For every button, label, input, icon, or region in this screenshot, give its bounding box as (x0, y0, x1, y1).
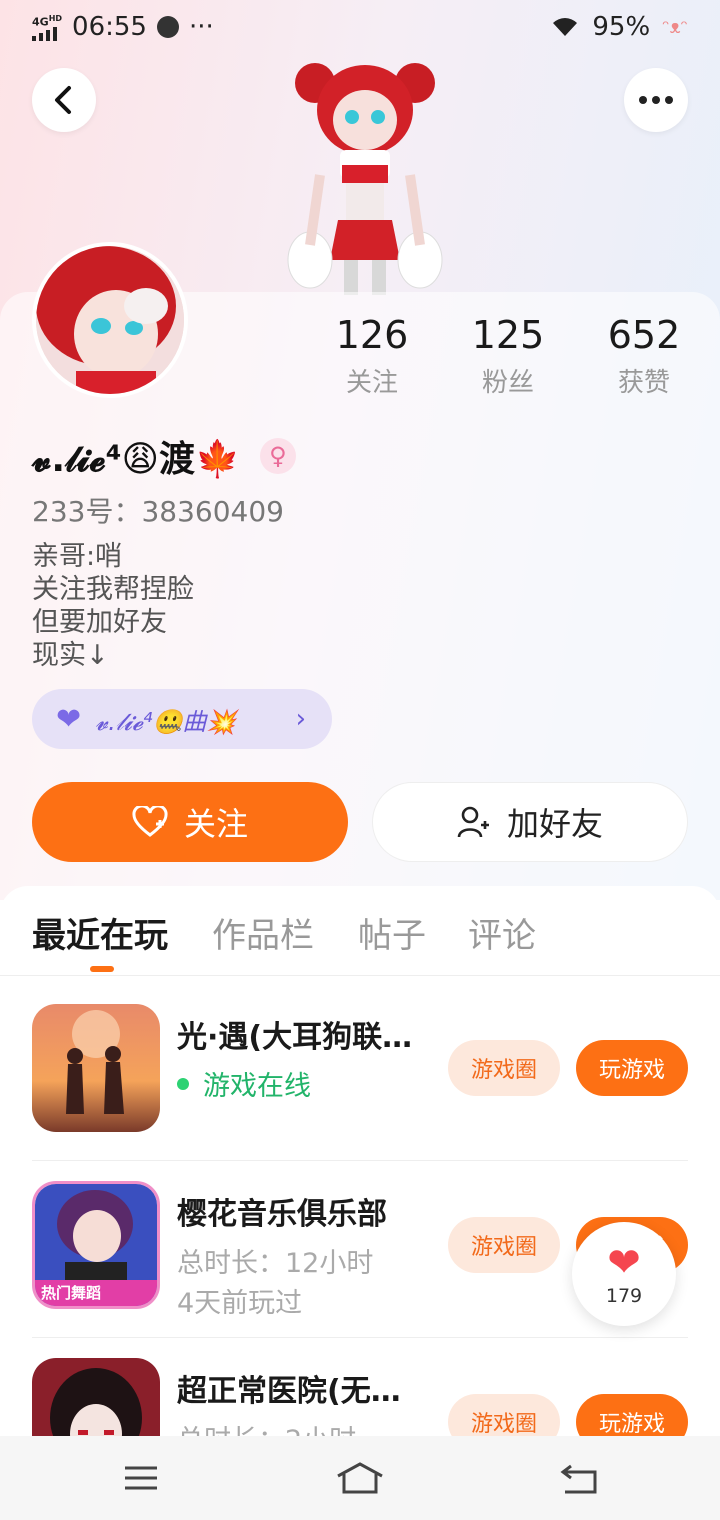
more-icon (639, 96, 673, 104)
wechat-icon (156, 16, 179, 38)
chevron-right-icon: › (295, 704, 306, 734)
menu-icon (125, 1466, 157, 1490)
game-list-item[interactable]: 光·遇(大耳狗联… 游戏在线 游戏圈 玩游戏 (32, 984, 688, 1161)
profile-3d-avatar-figure (287, 63, 443, 295)
home-icon (337, 1462, 383, 1494)
game-online-status: 游戏在线 (177, 1064, 311, 1103)
relationship-link-text: 𝓿.𝓁𝓲𝓮⁴🤐曲💥 (95, 707, 237, 736)
tab-recently-played[interactable]: 最近在玩 (32, 908, 168, 957)
heart-plus-icon (132, 806, 168, 837)
stat-following[interactable]: 126 关注 (312, 312, 432, 399)
relationship-link-pill[interactable]: ❤ 𝓿.𝓁𝓲𝓮⁴🤐曲💥 › (32, 689, 332, 749)
avatar[interactable] (32, 242, 188, 398)
online-label: 游戏在线 (203, 1071, 311, 1102)
game-playtime: 总时长：12小时 (177, 1248, 374, 1279)
game-circle-button[interactable]: 游戏圈 (448, 1217, 560, 1273)
profile-uid: 233号：38360409 (32, 495, 284, 528)
follow-label: 关注 (183, 805, 248, 843)
menu-button[interactable] (116, 1456, 166, 1500)
follow-button[interactable]: 关注 (32, 782, 348, 862)
add-friend-label: 加好友 (506, 805, 603, 843)
stat-likes[interactable]: 652 获赞 (584, 312, 704, 399)
status-time: 06:55 (72, 12, 147, 42)
cellular-signal-icon: 4GHD (32, 13, 62, 42)
status-bar: 4GHD 06:55 ··· 95% ᵔᴥᵔ (0, 8, 720, 48)
tab-works[interactable]: 作品栏 (212, 908, 314, 957)
game-icon-sakura: 热门舞蹈 (32, 1181, 160, 1309)
game-icon-sky (32, 1004, 160, 1132)
profile-tabs: 最近在玩 作品栏 帖子 评论 (0, 886, 720, 976)
more-options-button[interactable] (624, 68, 688, 132)
status-more: ··· (188, 12, 214, 42)
stat-likes-count: 652 (607, 313, 681, 357)
online-dot-icon (177, 1077, 189, 1090)
system-navigation-bar (0, 1436, 720, 1520)
stat-followers[interactable]: 125 粉丝 (448, 312, 568, 399)
back-button[interactable] (32, 68, 96, 132)
game-title: 樱花音乐俱乐部 (177, 1197, 387, 1232)
add-user-icon (457, 806, 489, 838)
tab-posts[interactable]: 帖子 (358, 908, 426, 957)
stat-following-count: 126 (335, 313, 409, 357)
play-game-button[interactable]: 玩游戏 (576, 1040, 688, 1096)
bio-line: 关注我帮捏脸 (32, 574, 194, 605)
chevron-left-icon (55, 86, 71, 114)
game-title: 光·遇(大耳狗联… (177, 1020, 413, 1055)
bio-line: 现实↓ (32, 640, 109, 671)
bio-line: 但要加好友 (32, 607, 167, 638)
back-arrow-icon (560, 1464, 597, 1494)
tab-comments[interactable]: 评论 (468, 908, 536, 957)
stat-likes-label: 获赞 (617, 368, 670, 398)
game-title: 超正常医院(无… (177, 1374, 401, 1409)
game-icon-caption: 热门舞蹈 (41, 1284, 101, 1302)
floating-like-button[interactable]: ❤ 179 (572, 1222, 676, 1326)
heart-icon: ❤ (56, 701, 82, 737)
add-friend-button[interactable]: 加好友 (372, 782, 688, 862)
back-nav-button[interactable] (554, 1456, 604, 1500)
like-count: 179 (605, 1285, 643, 1307)
profile-nickname-row: 𝓿.𝓁𝓲𝓮⁴😩渡🍁 ♀ (32, 430, 296, 482)
profile-bio: 亲哥:哨 关注我帮捏脸 但要加好友 现实↓ (32, 540, 194, 672)
stat-following-label: 关注 (345, 368, 398, 398)
stat-followers-count: 125 (471, 313, 545, 357)
home-button[interactable] (335, 1456, 385, 1500)
game-last-played: 4天前玩过 (177, 1288, 303, 1319)
battery-level: 95% (592, 12, 651, 42)
wifi-icon (553, 18, 578, 36)
heart-icon: ❤ (607, 1240, 641, 1286)
profile-content: 最近在玩 作品栏 帖子 评论 光·遇(大耳狗联… 游戏在线 游戏圈 玩游戏 热门… (0, 886, 720, 1486)
status-sticker-icon: ᵔᴥᵔ (662, 16, 688, 38)
game-circle-button[interactable]: 游戏圈 (448, 1040, 560, 1096)
female-gender-icon: ♀ (259, 438, 296, 474)
bio-line: 亲哥:哨 (32, 541, 123, 572)
stat-followers-label: 粉丝 (481, 368, 534, 398)
tab-indicator (90, 966, 114, 972)
profile-nickname: 𝓿.𝓁𝓲𝓮⁴😩渡🍁 (32, 439, 240, 480)
